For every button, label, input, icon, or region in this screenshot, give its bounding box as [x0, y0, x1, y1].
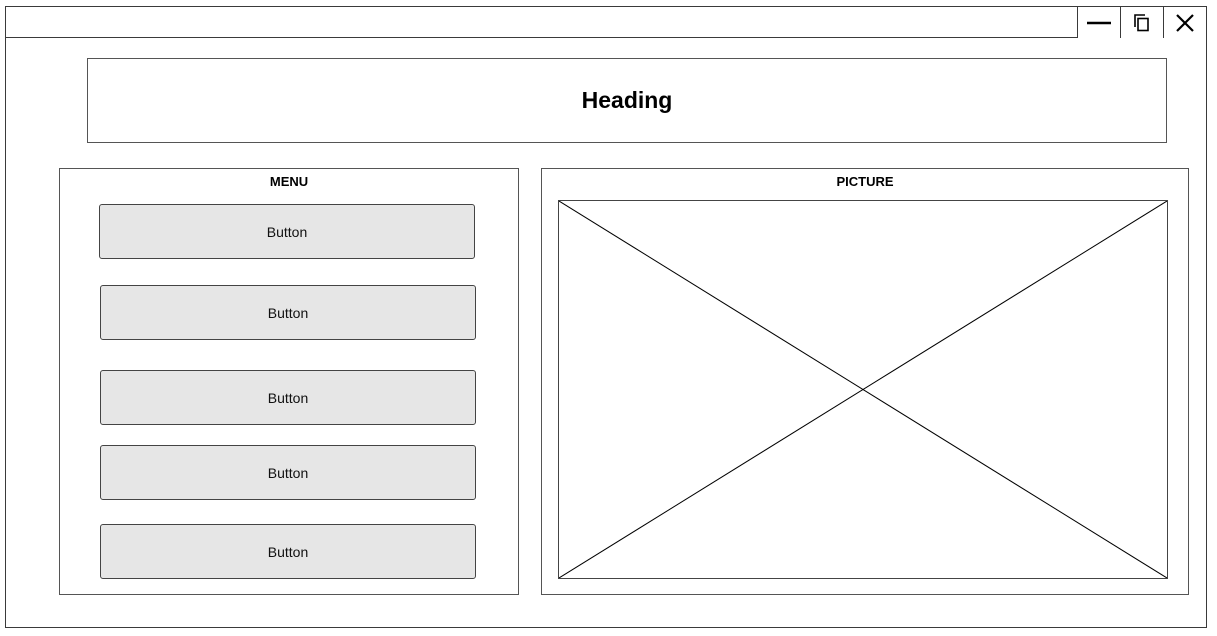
restore-button[interactable] [1120, 7, 1163, 38]
menu-button-2[interactable]: Button [100, 285, 476, 340]
page-heading: Heading [581, 87, 673, 113]
menu-button-4[interactable]: Button [100, 445, 476, 500]
close-icon [1176, 13, 1194, 32]
image-placeholder-icon [559, 201, 1167, 578]
minimize-button[interactable] [1077, 7, 1120, 38]
window-controls [1077, 7, 1206, 38]
picture-panel: PICTURE [541, 168, 1189, 595]
heading-box: Heading [87, 58, 1167, 143]
menu-button-1[interactable]: Button [99, 204, 475, 259]
picture-title: PICTURE [836, 174, 894, 189]
minimize-icon [1087, 21, 1111, 24]
restore-icon [1134, 13, 1149, 31]
app-window: Heading MENU Button Button Button Button… [5, 6, 1207, 628]
menu-title: MENU [269, 174, 309, 189]
menu-button-3[interactable]: Button [100, 370, 476, 425]
title-bar [6, 7, 1206, 38]
close-button[interactable] [1163, 7, 1206, 38]
picture-placeholder [558, 200, 1168, 579]
menu-panel: MENU Button Button Button Button Button [59, 168, 519, 595]
menu-button-5[interactable]: Button [100, 524, 476, 579]
